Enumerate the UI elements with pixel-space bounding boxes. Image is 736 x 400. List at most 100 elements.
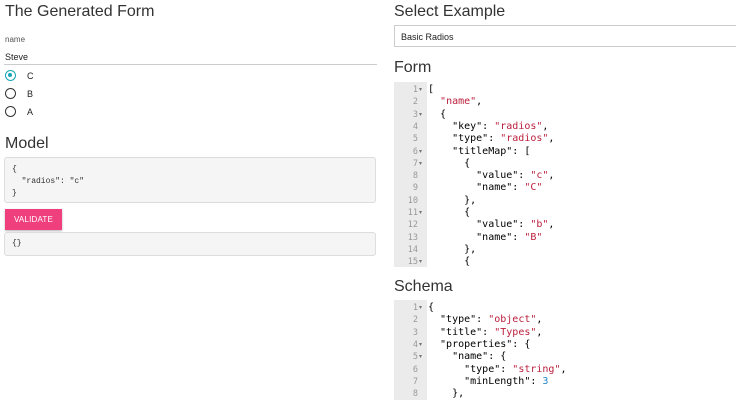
code-line: 11 ▾ { xyxy=(394,207,736,219)
code-text: }, xyxy=(428,194,477,206)
code-text: "key": "radios", xyxy=(428,120,549,132)
radio-label: B xyxy=(27,88,34,99)
code-line: 3 "title": "Types", xyxy=(394,327,736,339)
line-number: 2 xyxy=(412,315,418,326)
model-line: "radios": "c" xyxy=(12,177,85,186)
model-line: } xyxy=(12,189,17,198)
line-number: 4 xyxy=(412,339,418,350)
line-number: 6 xyxy=(412,146,418,157)
name-field-label: name xyxy=(5,35,26,44)
line-number: 4 xyxy=(412,121,418,132)
line-number: 1 xyxy=(412,85,418,95)
radio-checked-icon[interactable] xyxy=(5,70,16,81)
fold-arrow-icon[interactable]: ▾ xyxy=(419,351,426,363)
line-number: 9 xyxy=(412,183,418,194)
line-number: 10 xyxy=(407,195,418,206)
code-line: 5 ▾ "name": { xyxy=(394,351,736,363)
code-line: 15 ▾ { xyxy=(394,256,736,267)
line-number: 11 xyxy=(407,208,418,218)
fold-arrow-icon[interactable]: ▾ xyxy=(419,207,426,219)
code-text: { xyxy=(428,108,447,120)
model-title: Model xyxy=(5,135,49,152)
fold-arrow-icon[interactable]: ▾ xyxy=(419,146,426,158)
radio-option-a[interactable]: A xyxy=(5,106,33,117)
validation-output: {} xyxy=(4,232,376,256)
code-text: "name": "C" xyxy=(428,182,543,194)
fold-arrow-icon[interactable]: ▾ xyxy=(419,109,426,121)
code-text: { xyxy=(428,207,471,218)
line-number: 14 xyxy=(407,244,418,255)
code-line: 7 "minLength": 3 xyxy=(394,376,736,388)
radio-option-b[interactable]: B xyxy=(5,88,33,99)
line-number: 8 xyxy=(412,171,418,182)
code-text: "title": "Types", xyxy=(428,326,543,338)
code-text: }, xyxy=(428,243,477,255)
fold-arrow-icon[interactable]: ▾ xyxy=(419,84,426,96)
generated-form-title: The Generated Form xyxy=(5,3,155,20)
code-text: "value": "b", xyxy=(428,219,555,231)
line-number: 3 xyxy=(412,327,418,338)
line-number: 6 xyxy=(412,364,418,375)
code-text: "titleMap": [ xyxy=(428,145,531,157)
code-line: 8 }, xyxy=(394,388,736,400)
code-text: "name", xyxy=(440,96,483,108)
line-number: 8 xyxy=(412,389,418,400)
form-code-editor[interactable]: 1 ▾[2 "name", 3 ▾ {4 "key": "radios", 5 "typ… xyxy=(394,82,736,267)
code-line: 6 "type": "string", xyxy=(394,364,736,376)
code-text: "name": { xyxy=(428,351,507,363)
radio-unchecked-icon[interactable] xyxy=(5,106,16,117)
example-select-value: Basic Radios xyxy=(401,32,454,42)
code-line: 3 ▾ { xyxy=(394,109,736,121)
line-number: 3 xyxy=(412,109,418,120)
code-line: 2 "name", xyxy=(394,96,736,108)
code-line: 9 "name": "C" xyxy=(394,182,736,194)
code-text: { xyxy=(428,256,471,267)
line-number: 7 xyxy=(412,158,418,169)
model-output: { "radios": "c"} xyxy=(4,157,376,203)
radio-label: A xyxy=(27,106,34,117)
code-line: 12 "value": "b", xyxy=(394,219,736,231)
fold-arrow-icon[interactable]: ▾ xyxy=(419,256,426,267)
line-number: 1 xyxy=(412,303,418,313)
radio-label: C xyxy=(27,70,34,81)
fold-arrow-icon[interactable]: ▾ xyxy=(419,339,426,351)
line-number: 15 xyxy=(407,257,418,267)
code-text: "type": "radios", xyxy=(428,133,555,145)
code-text: "name": "B" xyxy=(428,231,543,243)
code-line: 10 }, xyxy=(394,195,736,207)
code-text: "type": "string", xyxy=(428,363,567,375)
code-text: { xyxy=(428,157,471,169)
line-number: 5 xyxy=(412,134,418,145)
code-line: 2 "type": "object", xyxy=(394,314,736,326)
fold-arrow-icon[interactable]: ▾ xyxy=(419,302,426,314)
code-line: 6 ▾ "titleMap": [ xyxy=(394,146,736,158)
code-text: "properties": { xyxy=(428,338,531,350)
code-line: 13 "name": "B" xyxy=(394,232,736,244)
code-line: 4 ▾ "properties": { xyxy=(394,339,736,351)
code-text: [ xyxy=(428,84,435,95)
schema-code-editor[interactable]: 1 ▾{2 "type": "object", 3 "title": "Types"… xyxy=(394,300,736,400)
code-text: "minLength": 3 xyxy=(428,375,549,387)
line-number: 12 xyxy=(407,220,418,231)
name-input[interactable] xyxy=(4,49,377,65)
line-number: 2 xyxy=(412,97,418,108)
radio-unchecked-icon[interactable] xyxy=(5,88,16,99)
radio-option-c[interactable]: C xyxy=(5,70,34,81)
code-text: { xyxy=(428,302,435,313)
line-number: 5 xyxy=(412,352,418,363)
generated-form-panel: The Generated Form name C B A Model { "r… xyxy=(0,0,384,400)
fold-arrow-icon[interactable]: ▾ xyxy=(419,158,426,170)
code-text: }, xyxy=(428,388,465,400)
validate-button[interactable]: VALIDATE xyxy=(5,209,62,230)
schema-title: Schema xyxy=(394,278,453,295)
code-line: 8 "value": "c", xyxy=(394,170,736,182)
code-line: 4 "key": "radios", xyxy=(394,121,736,133)
code-text: "value": "c", xyxy=(428,170,555,182)
code-line: 7 ▾ { xyxy=(394,158,736,170)
code-text: "type": "object", xyxy=(428,314,543,326)
model-line: { xyxy=(12,165,17,174)
example-select[interactable]: Basic Radios xyxy=(394,25,736,47)
select-example-title: Select Example xyxy=(394,3,506,20)
form-title: Form xyxy=(394,59,432,76)
code-line: 1 ▾{ xyxy=(394,302,736,314)
